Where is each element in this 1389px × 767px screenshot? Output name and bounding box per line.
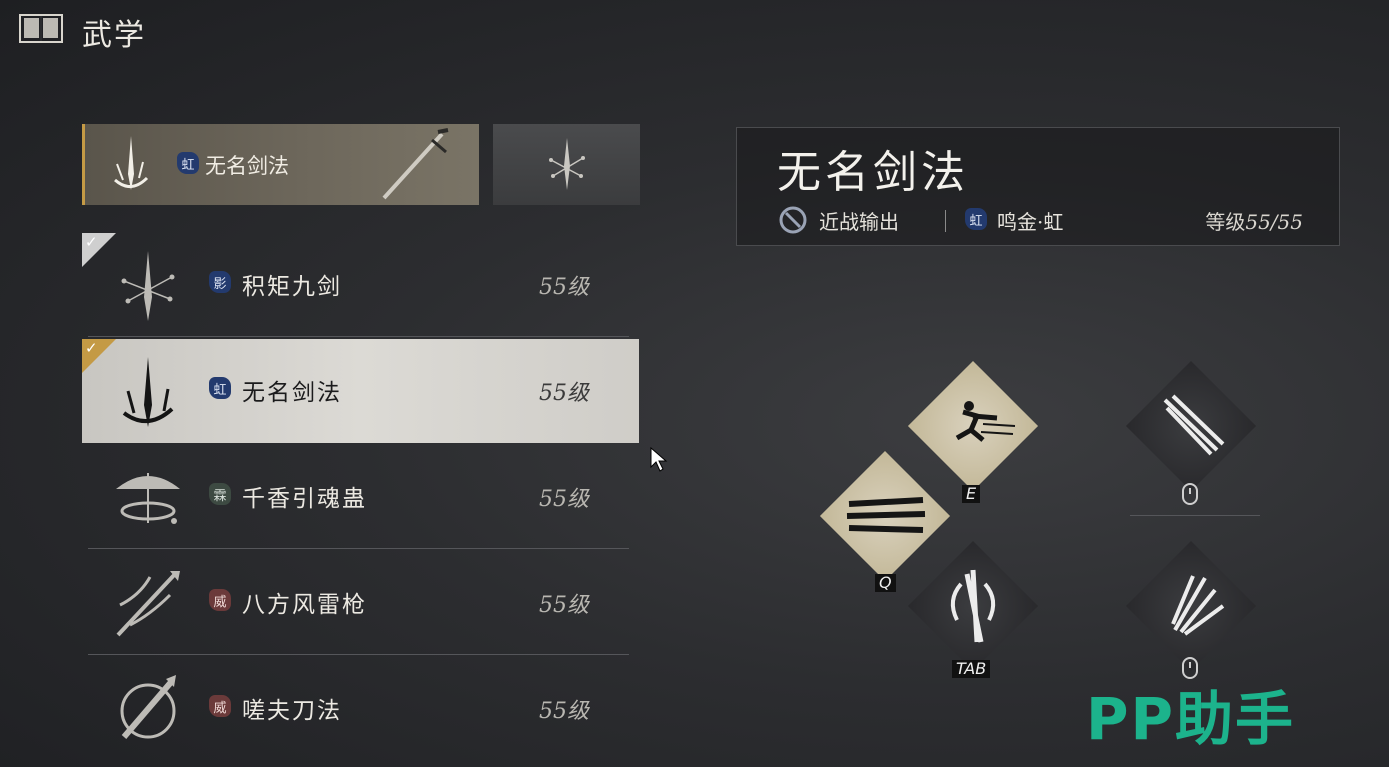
skill-row-2[interactable]: ✓ 虹 无名剑法 55级: [82, 339, 639, 443]
sword-skill-icon: [122, 357, 174, 427]
book-icon: [19, 14, 63, 43]
skill-level: 55级: [539, 381, 589, 406]
skill-slot-right-click[interactable]: [1125, 540, 1257, 672]
school-badge: 霖: [209, 483, 231, 505]
nine-sword-icon: [121, 251, 175, 321]
skill-slot-q[interactable]: [819, 450, 951, 582]
skill-row-5[interactable]: 威 嗟夫刀法 55级: [82, 657, 639, 761]
skill-row-1[interactable]: ✓ 影 积矩九剑 55级: [82, 233, 639, 337]
skill-level: 55级: [539, 699, 589, 724]
skill-school: 鸣金·虹: [997, 210, 1064, 234]
skill-level-display: 等级55/55: [1205, 206, 1303, 235]
row-divider: [88, 654, 629, 655]
sword-weapon-icon: [382, 128, 449, 200]
blade-icon: [120, 675, 176, 739]
spread-strike-icon: [1171, 575, 1225, 636]
sword-dance-icon: [950, 569, 996, 643]
skill-role: 近战输出: [819, 210, 899, 234]
sword-skill-icon: [114, 136, 149, 190]
skill-level: 55级: [539, 487, 589, 512]
row-divider: [88, 548, 629, 549]
school-badge: 虹: [177, 152, 199, 174]
level-label: 等级: [1205, 210, 1246, 234]
selected-skill-name: 无名剑法: [205, 154, 289, 178]
key-tab: TAB: [952, 660, 991, 678]
triple-slash-icon: [846, 497, 926, 533]
skill-level: 55级: [539, 275, 589, 300]
school-badge: 威: [209, 695, 231, 717]
skill-name: 八方风雷枪: [242, 592, 367, 618]
skill-info-panel: 无名剑法 近战输出 虹 鸣金·虹 等级55/55: [736, 127, 1340, 246]
mouse-left-icon: [1182, 483, 1198, 505]
skill-name: 无名剑法: [242, 380, 342, 406]
school-badge: 威: [209, 589, 231, 611]
key-q: Q: [875, 574, 896, 592]
watermark: PP助手: [1086, 685, 1296, 753]
key-e: E: [962, 485, 981, 503]
divider: [945, 210, 946, 232]
row-divider: [88, 336, 629, 337]
skill-name: 千香引魂蛊: [242, 486, 367, 512]
skill-title: 无名剑法: [777, 147, 969, 198]
school-badge: 影: [209, 271, 231, 293]
divider: [1130, 515, 1260, 516]
school-badge: 虹: [965, 208, 987, 230]
skill-level: 55级: [539, 593, 589, 618]
selected-skill-bar[interactable]: 虹 无名剑法: [82, 124, 479, 205]
skill-slot-left-click[interactable]: [1125, 360, 1257, 492]
skill-tree-tab[interactable]: [493, 124, 640, 205]
umbrella-poison-icon: [116, 473, 180, 524]
mouse-cursor-icon: [650, 447, 668, 472]
sword-thrust-icon: [1163, 394, 1225, 456]
school-badge: 虹: [209, 377, 231, 399]
spear-icon: [116, 571, 180, 637]
sword-glyph-icon: [549, 138, 585, 190]
skill-name: 嗟夫刀法: [242, 698, 342, 724]
skill-row-4[interactable]: 威 八方风雷枪 55级: [82, 551, 639, 655]
page-title: 武学: [82, 18, 146, 53]
skill-slot-tab[interactable]: [907, 540, 1039, 672]
skill-row-3[interactable]: 霖 千香引魂蛊 55级: [82, 445, 639, 549]
dash-kick-icon: [955, 401, 1016, 442]
skill-slot-e[interactable]: [907, 360, 1039, 492]
skill-name: 积矩九剑: [242, 274, 342, 300]
level-value: 55/55: [1245, 210, 1303, 234]
melee-role-icon: [779, 206, 807, 234]
